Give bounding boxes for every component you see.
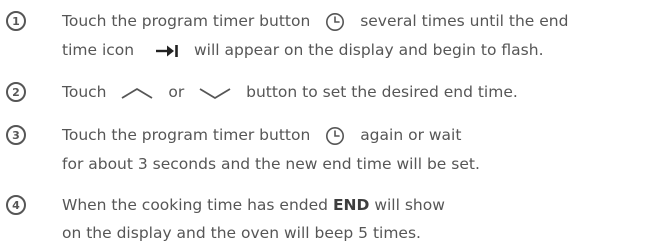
- step-4-text-a: When the cooking time has ended: [62, 196, 329, 214]
- step-1-text-c: time icon: [62, 41, 135, 59]
- step-1-text-a: Touch the program timer button: [62, 12, 311, 30]
- step-number-badge: 3: [6, 125, 26, 145]
- step-2-text-b: or: [168, 83, 185, 101]
- chevron-up-icon: [120, 86, 154, 100]
- step-3-line-2: for about 3 seconds and the new end time…: [62, 153, 480, 175]
- step-number-badge: 1: [6, 11, 26, 31]
- step-number-badge: 2: [6, 82, 26, 102]
- end-time-arrow-icon: [155, 44, 179, 58]
- step-4-text-b: will show: [374, 196, 445, 214]
- step-4-line-2: on the display and the oven will beep 5 …: [62, 222, 421, 244]
- step-3-text-a: Touch the program timer button: [62, 126, 311, 144]
- chevron-down-icon: [198, 86, 232, 100]
- step-3-text-c: for about 3 seconds and the new end time…: [62, 155, 480, 173]
- step-2-text-c: button to set the desired end time.: [246, 83, 518, 101]
- step-3-line-1: Touch the program timer button again or …: [62, 124, 461, 146]
- step-4-line-1: When the cooking time has ended END will…: [62, 194, 445, 216]
- step-1-line-2: time icon will appear on the display and…: [62, 39, 544, 61]
- step-2-text-a: Touch: [62, 83, 107, 101]
- step-number-badge: 4: [6, 195, 26, 215]
- step-1-line-1: Touch the program timer button several t…: [62, 10, 568, 32]
- instruction-steps: 1 Touch the program timer button several…: [0, 0, 668, 247]
- step-2-line-1: Touch or button to set the desired end t…: [62, 81, 518, 103]
- step-1-text-d: will appear on the display and begin to …: [193, 41, 544, 59]
- clock-icon: [325, 126, 345, 146]
- end-label: END: [332, 196, 370, 214]
- clock-icon: [325, 12, 345, 32]
- step-3-text-b: again or wait: [360, 126, 462, 144]
- step-1-text-b: several times until the end: [360, 12, 569, 30]
- step-4-text-c: on the display and the oven will beep 5 …: [62, 224, 421, 242]
